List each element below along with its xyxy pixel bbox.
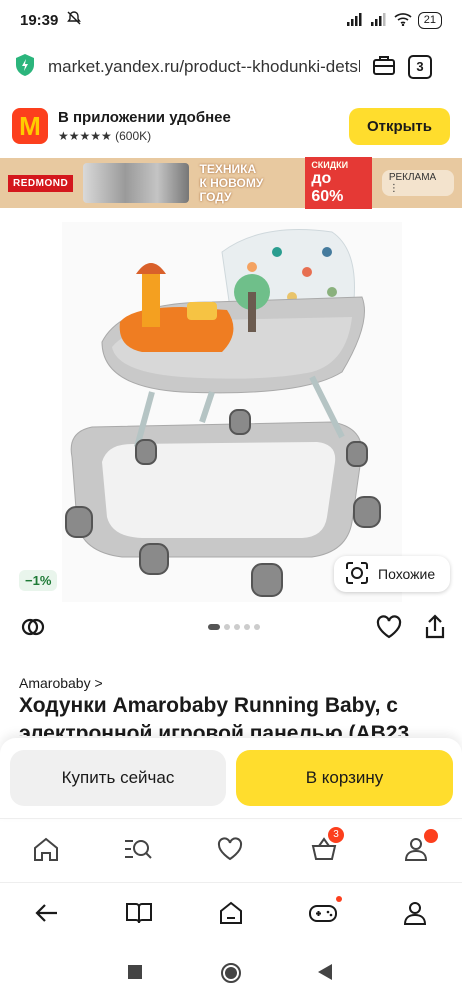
share-icon[interactable] [420, 612, 450, 642]
pagination-dot[interactable] [244, 624, 250, 630]
briefcase-icon[interactable] [372, 54, 396, 81]
url-text[interactable]: market.yandex.ru/product--khodunki-detsk… [48, 57, 360, 77]
pagination-dot[interactable] [208, 624, 220, 630]
pagination-dot[interactable] [224, 624, 230, 630]
tabs-count-button[interactable]: 3 [408, 55, 432, 79]
browser-url-bar: market.yandex.ru/product--khodunki-detsk… [0, 40, 462, 94]
alice-home-icon[interactable] [216, 898, 246, 928]
status-time: 19:39 [20, 11, 59, 29]
app-banner-title: В приложении удобнее [58, 109, 231, 126]
favorites-icon[interactable] [214, 833, 246, 865]
market-logo: М [12, 108, 48, 144]
mute-icon [66, 10, 82, 30]
heart-icon[interactable] [374, 612, 404, 642]
back-arrow-icon[interactable] [32, 898, 62, 928]
recents-icon[interactable] [128, 965, 142, 984]
app-install-banner: М В приложении удобнее ★★★★★ (600K) Откр… [0, 96, 462, 156]
open-app-button[interactable]: Открыть [348, 107, 450, 145]
system-nav-bar [0, 946, 462, 1000]
gamepad-icon[interactable] [308, 896, 342, 928]
image-pagination [208, 624, 260, 630]
account-icon[interactable] [400, 898, 430, 928]
profile-icon[interactable] [400, 829, 438, 865]
cart-icon[interactable]: 3 [308, 827, 344, 865]
ad-brand-logo: REDMOND [8, 174, 74, 192]
wifi-icon [394, 12, 412, 29]
catalog-search-icon[interactable] [122, 833, 154, 865]
buy-now-button[interactable]: Купить сейчас [10, 750, 226, 806]
ad-headline-line2: К НОВОМУ ГОДУ [199, 176, 264, 204]
browser-toolbar [0, 882, 462, 944]
status-bar: 19:39 21 [0, 0, 462, 40]
ad-banner[interactable]: REDMOND ТЕХНИКА К НОВОМУ ГОДУ СКИДКИ до … [0, 157, 462, 209]
back-triangle-icon[interactable] [318, 964, 332, 985]
brand-link[interactable]: Amarobaby > [19, 675, 103, 691]
secure-shield-icon[interactable] [14, 53, 36, 82]
similar-label: Похожие [378, 566, 436, 582]
signal-icon [346, 12, 364, 29]
similar-products-button[interactable]: Похожие [334, 556, 450, 592]
ad-products-image [83, 163, 190, 203]
add-to-cart-button[interactable]: В корзину [236, 750, 453, 806]
discount-badge: −1% [19, 570, 58, 591]
cart-count-badge: 3 [328, 827, 344, 843]
gamepad-notification-dot [336, 896, 342, 902]
ad-label-button[interactable]: РЕКЛАМА ⋮ [381, 170, 454, 196]
home-icon[interactable] [30, 833, 62, 865]
product-title: Ходунки Amarobaby Running Baby, с электр… [19, 694, 410, 736]
purchase-actions: Купить сейчас В корзину [0, 738, 462, 818]
ad-sale-top: СКИДКИ [311, 160, 349, 170]
profile-notification-dot [424, 829, 438, 843]
ad-sale-value: до 60% [311, 170, 344, 205]
compare-icon[interactable] [18, 612, 48, 642]
ad-headline: ТЕХНИКА К НОВОМУ ГОДУ [199, 162, 295, 204]
pagination-dot[interactable] [254, 624, 260, 630]
ad-headline-line1: ТЕХНИКА [199, 162, 257, 176]
home-button-icon[interactable] [220, 962, 242, 989]
ad-sale-badge: СКИДКИ до 60% [305, 157, 372, 209]
signal-2-icon [370, 12, 388, 29]
book-icon[interactable] [124, 898, 154, 928]
product-image[interactable] [62, 222, 402, 602]
camera-search-icon [344, 561, 370, 588]
app-banner-rating: ★★★★★ (600K) [58, 129, 152, 143]
battery-indicator: 21 [417, 11, 442, 29]
market-bottom-nav: 3 [0, 818, 462, 880]
pagination-dot[interactable] [234, 624, 240, 630]
ad-label-text: РЕКЛАМА [388, 172, 437, 183]
